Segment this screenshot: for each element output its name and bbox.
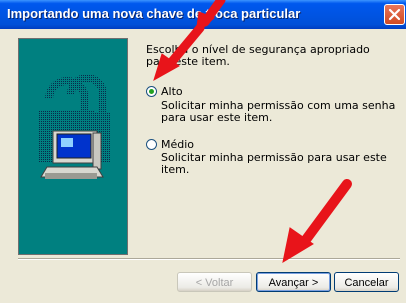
option-medio-description: Solicitar minha permissão para usar este… — [161, 151, 387, 176]
separator-line — [18, 258, 400, 260]
security-illustration — [18, 38, 128, 255]
option-alto-label[interactable]: Alto — [161, 86, 183, 98]
title-bar: Importando uma nova chave de troca parti… — [0, 0, 406, 29]
close-icon — [388, 8, 401, 21]
security-prompt: Escolha o nível de segurança apropriado … — [146, 43, 370, 68]
next-button[interactable]: Avançar > — [256, 272, 331, 292]
lock-computer-icon — [39, 74, 111, 179]
cancel-button[interactable]: Cancelar — [334, 272, 399, 292]
back-button[interactable]: < Voltar — [177, 272, 252, 292]
close-button[interactable] — [384, 4, 405, 25]
radio-alto[interactable] — [146, 86, 157, 97]
radio-medio[interactable] — [146, 139, 157, 150]
window-title: Importando uma nova chave de troca parti… — [7, 6, 301, 21]
option-alto-description: Solicitar minha permissão com uma senha … — [161, 99, 396, 124]
option-medio-label[interactable]: Médio — [161, 139, 194, 151]
radio-selected-dot — [149, 89, 154, 94]
